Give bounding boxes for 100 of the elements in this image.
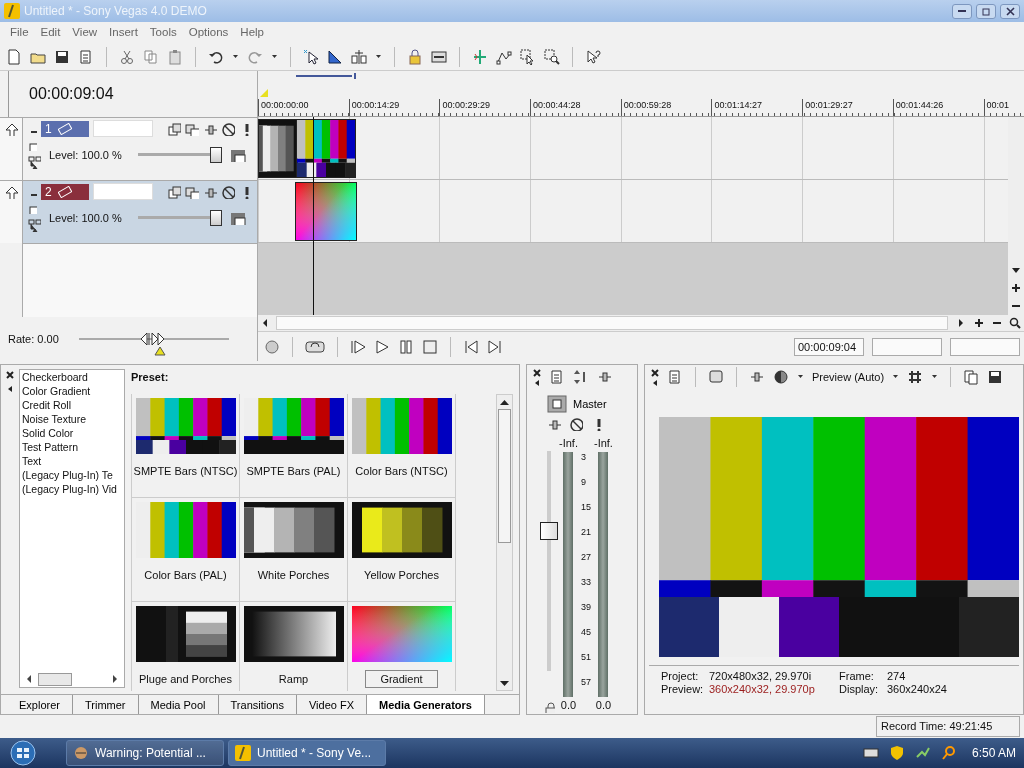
master-fx-icon[interactable] [547, 417, 561, 431]
ripple-icon[interactable] [431, 48, 447, 65]
menu-item[interactable]: File [4, 23, 35, 42]
lock-icon[interactable] [543, 701, 555, 713]
taskbar-button[interactable]: Warning: Potential ... [66, 740, 224, 766]
generator-list-item[interactable]: Test Pattern [20, 440, 124, 454]
master-button[interactable]: Master [547, 395, 633, 413]
preset-tile[interactable]: SMPTE Bars (PAL) [240, 393, 348, 498]
track-name-field[interactable] [93, 183, 153, 200]
video-fx-icon[interactable] [749, 369, 765, 385]
menu-item[interactable]: View [66, 23, 104, 42]
track-header[interactable]: 1 Level: 100.0 % [0, 117, 257, 180]
menu-item[interactable]: Insert [103, 23, 144, 42]
menu-item[interactable]: Options [182, 23, 235, 42]
preset-tile[interactable]: Ramp [240, 601, 348, 691]
compositing-icon[interactable] [167, 184, 181, 199]
loop-region-bar[interactable] [296, 73, 356, 79]
scrollbar-thumb[interactable] [38, 672, 72, 686]
parent-track-icon[interactable] [185, 184, 199, 199]
snap-icon[interactable] [472, 48, 488, 65]
overlays-icon[interactable] [907, 369, 924, 385]
generator-list-item[interactable]: Checkerboard [20, 370, 124, 384]
dock-tab[interactable]: Media Pool [138, 695, 219, 714]
mute-icon[interactable] [221, 121, 235, 136]
split-screen-icon[interactable] [773, 369, 789, 385]
generator-list-item[interactable]: Color Gradient [20, 384, 124, 398]
generator-list-item[interactable]: Text [20, 454, 124, 468]
copy-frame-icon[interactable] [963, 369, 980, 385]
video-event-clip[interactable] [297, 120, 355, 177]
preset-tile[interactable]: White Porches [240, 497, 348, 602]
dock-tab[interactable]: Trimmer [72, 695, 139, 714]
play-icon[interactable] [374, 338, 390, 355]
generator-list-item[interactable]: (Legacy Plug-In) Vid [20, 482, 124, 496]
close-icon[interactable] [531, 367, 541, 377]
preview-quality-dropdown[interactable]: Preview (Auto) [812, 368, 885, 386]
go-to-start-icon[interactable] [463, 338, 479, 355]
envelope-points-icon[interactable] [496, 48, 512, 65]
composite-mode-icon[interactable] [229, 211, 246, 225]
slider-thumb[interactable] [209, 210, 222, 226]
help-icon[interactable] [585, 48, 601, 65]
zoom-in-icon[interactable] [1009, 281, 1023, 295]
generator-list-item[interactable]: Solid Color [20, 426, 124, 440]
close-icon[interactable] [649, 367, 659, 377]
compositing-icon[interactable] [167, 121, 181, 136]
search-icon[interactable] [1008, 316, 1022, 330]
start-button[interactable] [8, 739, 38, 767]
loop-playback-icon[interactable] [305, 338, 325, 355]
minimize-button[interactable] [952, 3, 972, 19]
cursor-tool-icon[interactable] [303, 48, 319, 65]
close-icon[interactable] [4, 369, 16, 381]
selection-tool-icon[interactable] [520, 48, 536, 65]
shield-icon[interactable] [888, 745, 905, 761]
cut-icon[interactable] [119, 48, 135, 65]
play-from-start-icon[interactable] [350, 338, 366, 355]
stop-icon[interactable] [422, 338, 438, 355]
close-button[interactable] [1000, 3, 1020, 19]
trim-tool-icon[interactable] [351, 48, 367, 65]
taskbar-button[interactable]: Untitled * - Sony Ve... [228, 740, 386, 766]
pause-icon[interactable] [398, 338, 414, 355]
save-icon[interactable] [54, 48, 70, 65]
generator-list-item[interactable]: Noise Texture [20, 412, 124, 426]
composite-mode-icon[interactable] [229, 148, 246, 162]
menu-item[interactable]: Edit [34, 23, 67, 42]
video-event-clip[interactable] [296, 183, 356, 240]
save-frame-icon[interactable] [987, 369, 1004, 385]
preset-tile[interactable]: Yellow Porches [348, 497, 456, 602]
scroll-right-icon[interactable] [110, 673, 120, 685]
preview-properties-icon[interactable] [667, 369, 683, 385]
zoom-tool-icon[interactable] [544, 48, 560, 65]
mute-icon[interactable] [221, 184, 235, 199]
paste-icon[interactable] [167, 48, 183, 65]
external-monitor-icon[interactable] [708, 369, 724, 385]
generator-list-item[interactable]: Credit Roll [20, 398, 124, 412]
parent-track-icon[interactable] [185, 121, 199, 136]
preset-tile[interactable]: Pluge and Porches [132, 601, 240, 691]
go-to-end-icon[interactable] [487, 338, 503, 355]
menu-item[interactable]: Tools [143, 23, 183, 42]
properties-icon[interactable] [78, 48, 94, 65]
keyboard-icon[interactable] [862, 745, 879, 761]
zoom-in-icon[interactable] [972, 316, 986, 330]
track-motion-icon[interactable] [27, 155, 41, 169]
preset-tile[interactable]: Color Bars (NTSC) [348, 393, 456, 498]
envelope-tool-icon[interactable] [327, 48, 343, 65]
dock-tab[interactable]: Explorer [7, 695, 73, 714]
slider-thumb[interactable] [209, 147, 222, 163]
fader-thumb[interactable] [540, 521, 558, 540]
insert-fx-icon[interactable] [597, 369, 613, 385]
record-icon[interactable] [264, 338, 280, 355]
menu-item[interactable]: Help [234, 23, 270, 42]
track-expand-icon[interactable] [4, 185, 18, 199]
mixer-properties-icon[interactable] [549, 369, 565, 385]
scrollbar-thumb[interactable] [498, 408, 511, 543]
mute-icon[interactable] [569, 417, 583, 431]
lock-icon[interactable] [407, 48, 423, 65]
new-file-icon[interactable] [6, 48, 22, 65]
track-expand-icon[interactable] [4, 122, 18, 136]
preset-tile[interactable]: SMPTE Bars (NTSC) [132, 393, 240, 498]
dock-tab[interactable]: Transitions [218, 695, 297, 714]
video-event-clip[interactable] [259, 120, 297, 177]
track-motion-icon[interactable] [27, 218, 41, 232]
